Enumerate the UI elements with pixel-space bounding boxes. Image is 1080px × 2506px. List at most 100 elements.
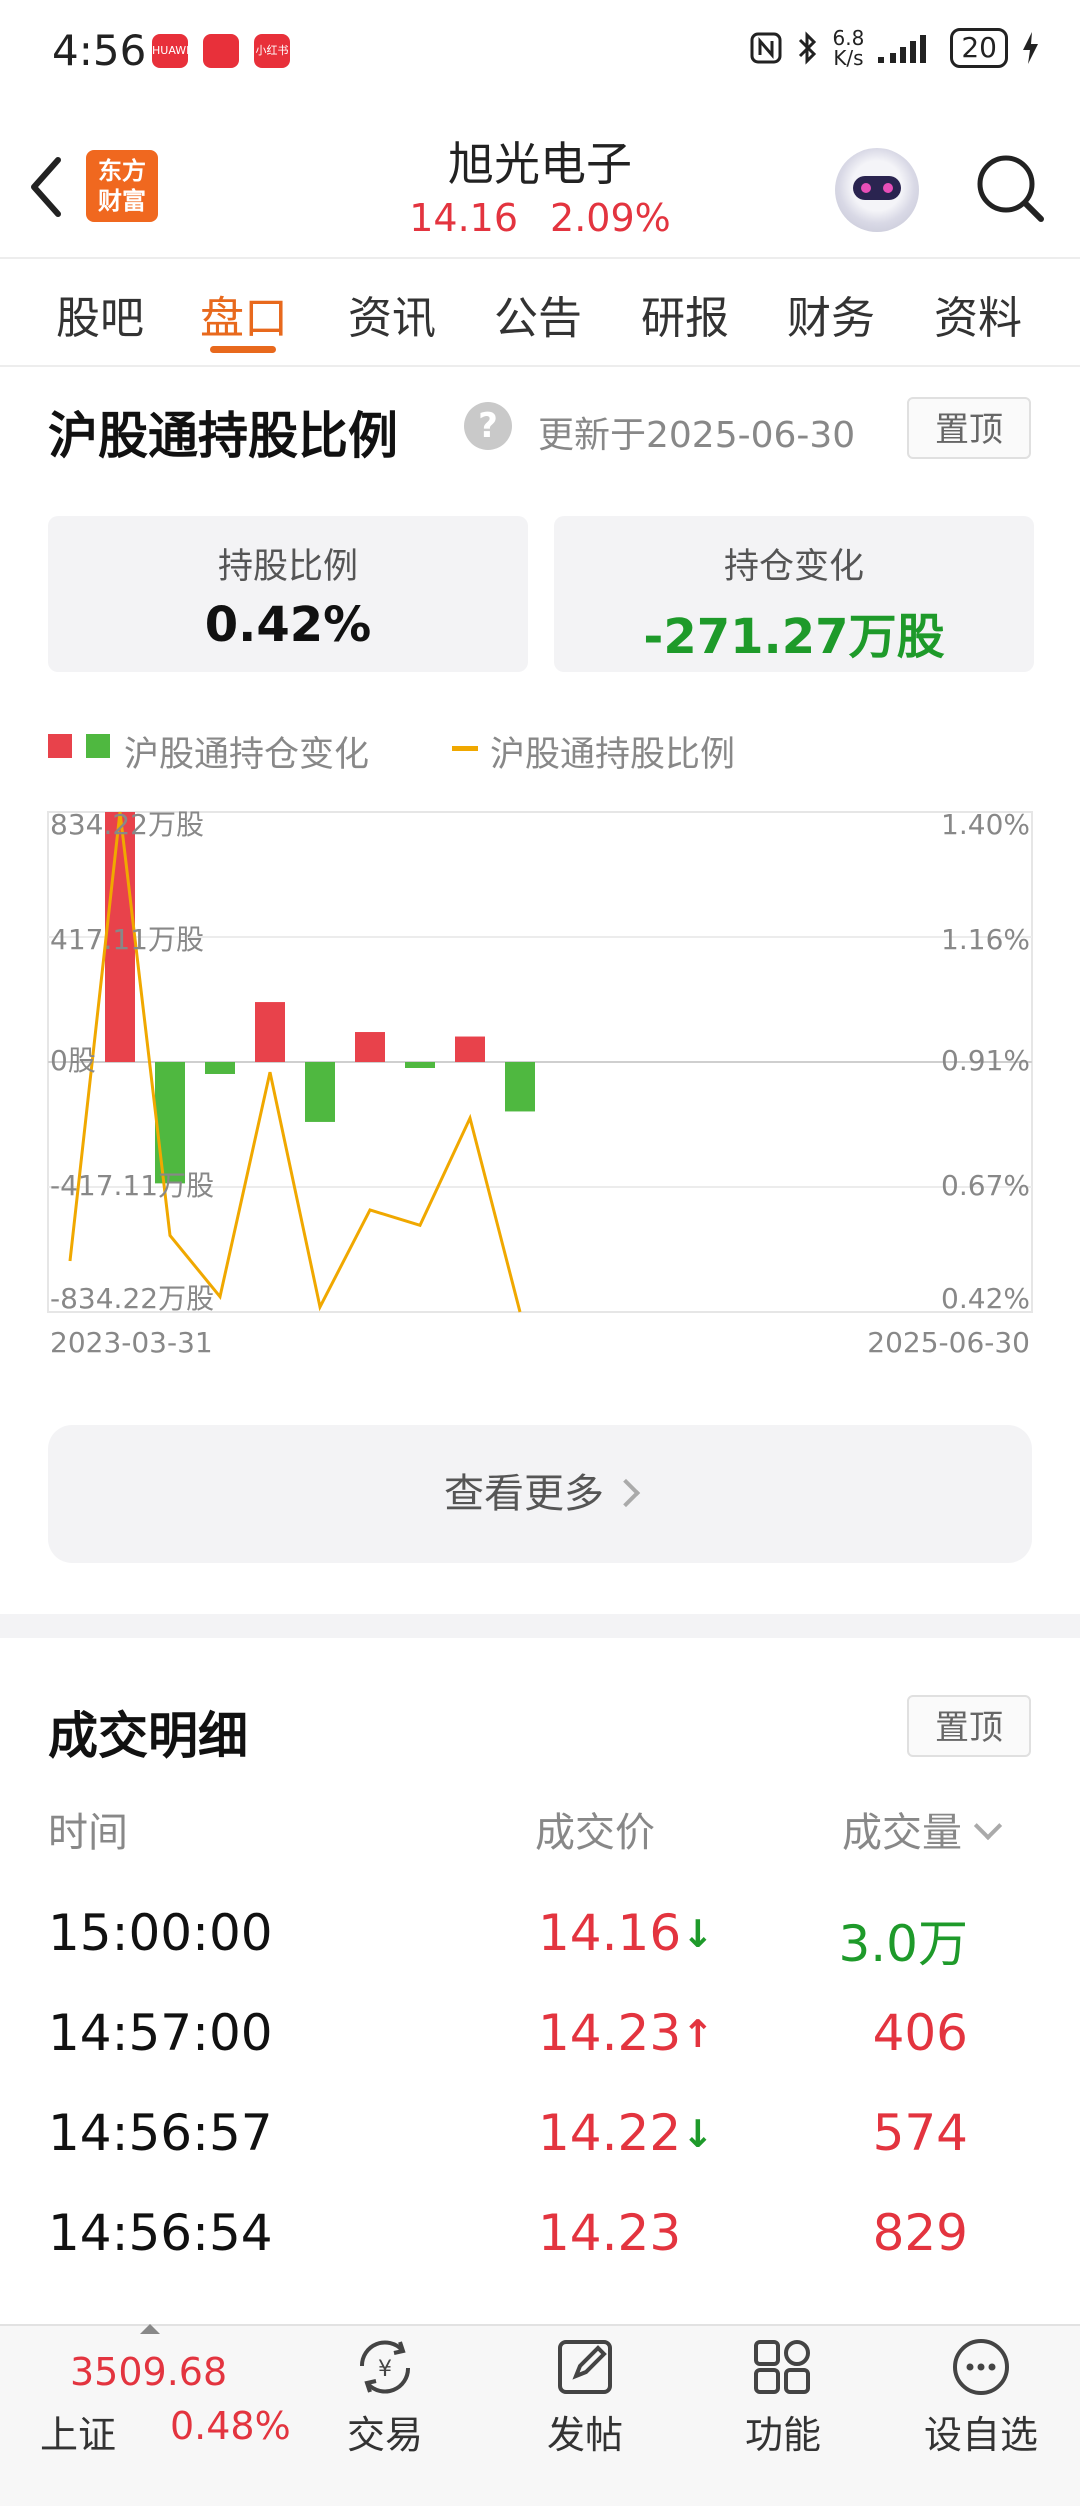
expand-up-icon[interactable] [140,2324,160,2334]
nav-functions[interactable]: 功能 [708,2336,858,2459]
change-bar [205,1062,235,1074]
trade-time: 14:56:57 [48,2104,273,2162]
network-speed: 6.8 K/s [832,26,865,70]
trade-price: 14.23 [538,2204,682,2262]
huawei-app-icon: HUAWEI [152,34,196,68]
tab-news[interactable]: 资讯 [348,282,436,346]
holding-ratio-label: 持股比例 [217,547,358,587]
legend-line-label: 沪股通持股比例 [490,735,736,775]
y-left-tick: 834.22万股 [50,808,204,841]
nav-post[interactable]: 发帖 [510,2336,660,2459]
search-icon[interactable] [972,150,1048,226]
edit-post-icon [558,2340,612,2394]
xiaohongshu-app-icon: 小红书 [254,34,290,68]
trades-section-title: 成交明细 [48,1707,248,1765]
y-left-tick: -834.22万股 [50,1282,214,1315]
holding-section-title: 沪股通持股比例 [48,407,398,465]
change-bar [255,1002,285,1062]
bluetooth-icon [798,31,816,65]
tab-finance[interactable]: 财务 [787,282,875,346]
col-time-header: 时间 [48,1810,128,1856]
trade-row: 14:56:57 14.22 ↓ 574 [0,2090,1080,2190]
pin-top-button[interactable]: 置顶 [907,397,1031,459]
tab-bar: 股吧 盘口 资讯 公告 研报 财务 资料 [0,258,1080,366]
stock-change-pct: 2.09% [550,196,671,240]
holding-ratio-value: 0.42% [204,597,372,653]
legend-bar-label: 沪股通持仓变化 [124,735,370,775]
grid-functions-icon [754,2340,810,2394]
trade-time: 14:56:54 [48,2204,273,2262]
trade-direction-icon: ↑ [682,2012,714,2056]
tab-pankou[interactable]: 盘口 [200,282,288,346]
bottom-bar: 3509.68 上证 0.48% ¥ 交易 发帖 功能 设自选 [0,2324,1080,2506]
y-right-tick: 0.91% [941,1044,1030,1077]
change-bar [305,1062,335,1122]
nav-add-watchlist[interactable]: 设自选 [906,2336,1056,2459]
trade-row: 14:56:54 14.23 829 [0,2190,1080,2290]
y-left-tick: 417.11万股 [50,923,204,956]
tab-announcements[interactable]: 公告 [494,282,582,346]
legend-red-swatch [48,734,72,758]
stock-price: 14.16 [409,196,519,240]
col-volume-header[interactable]: 成交量 [842,1800,1003,1858]
chevron-right-icon [611,1478,641,1508]
update-date: 更新于2025-06-30 [538,415,856,456]
pin-top-button-trades[interactable]: 置顶 [907,1695,1031,1757]
position-change-value: -271.27万股 [643,609,945,665]
trade-volume: 829 [872,2204,968,2262]
index-value[interactable]: 3509.68 [70,2350,227,2394]
trade-volume: 406 [872,2004,968,2062]
section-divider [0,1614,1080,1638]
trade-price: 14.23 [538,2004,682,2062]
index-change-pct[interactable]: 0.48% [170,2404,291,2448]
y-left-tick: 0股 [50,1044,96,1077]
legend-green-swatch [86,734,110,758]
change-bar [405,1062,435,1068]
index-name[interactable]: 上证 [40,2404,116,2459]
robot-assistant-icon[interactable] [835,148,919,232]
holding-chart: 834.22万股 417.11万股 0股 -417.11万股 -834.22万股 1.40… [47,808,1033,1359]
x-start-label: 2023-03-31 [50,1326,213,1359]
trade-time: 15:00:00 [48,1904,273,1962]
stock-quote: 14.16 2.09% [0,196,1080,240]
change-bar [505,1062,535,1112]
status-time: 4:56 [52,26,147,75]
trade-row: 15:00:00 14.16 ↓ 3.0万 [0,1890,1080,1990]
change-bar [155,1062,185,1184]
y-left-tick: -417.11万股 [50,1169,214,1202]
trade-time: 14:57:00 [48,2004,273,2062]
trade-volume: 3.0万 [838,1915,968,1973]
svg-text:¥: ¥ [378,2357,392,2382]
notes-app-icon [203,34,239,68]
charging-icon [1023,32,1038,64]
trade-volume: 574 [872,2104,968,2162]
active-tab-indicator [210,346,276,353]
change-bar [455,1036,485,1062]
x-end-label: 2025-06-30 [867,1326,1030,1359]
more-dots-icon [953,2339,1009,2395]
trade-row: 14:57:00 14.23 ↑ 406 [0,1990,1080,2090]
y-right-tick: 0.42% [941,1282,1030,1315]
y-right-tick: 1.40% [941,808,1030,841]
nfc-icon [750,32,782,64]
tab-guba[interactable]: 股吧 [56,282,144,346]
tab-profile[interactable]: 资料 [934,282,1022,346]
trade-price: 14.16 [538,1904,682,1962]
tab-research[interactable]: 研报 [641,282,729,346]
change-bar [355,1032,385,1062]
position-change-card: 持仓变化 -271.27万股 [554,516,1034,672]
help-icon[interactable]: ? [464,402,512,450]
battery-indicator: 20 [950,28,1008,68]
trade-direction-icon: ↓ [682,2112,714,2156]
y-right-tick: 0.67% [941,1169,1030,1202]
y-right-tick: 1.16% [941,923,1030,956]
legend-line-swatch [452,746,478,751]
holding-ratio-card: 持股比例 0.42% [48,516,528,672]
col-price-header: 成交价 [535,1810,655,1856]
trade-direction-icon: ↓ [682,1912,714,1956]
signal-icon [878,35,927,63]
trade-icon: ¥ [359,2340,411,2394]
nav-trade[interactable]: ¥ 交易 [310,2336,460,2459]
view-more-button[interactable]: 查看更多 [48,1425,1032,1563]
position-change-label: 持仓变化 [723,547,864,587]
